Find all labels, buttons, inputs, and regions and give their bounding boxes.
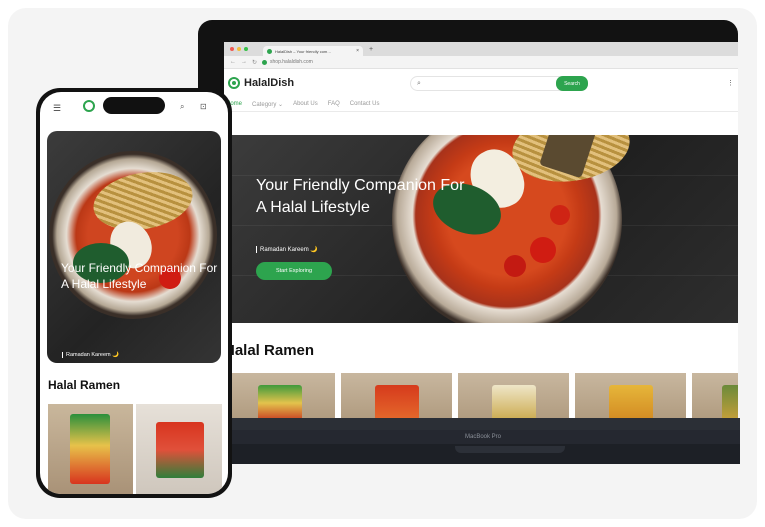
favicon-icon [267, 48, 272, 54]
window-close-dot[interactable] [230, 47, 234, 51]
browser-tab[interactable]: HalalDish – Your friendly com… × [263, 46, 363, 56]
product-row [224, 373, 738, 420]
phone-hero-banner: Your Friendly Companion For A Halal Life… [47, 131, 221, 363]
window-zoom-dot[interactable] [244, 47, 248, 51]
phone-screen: ☰ ⌕ ⊡ Your Friendly Companion For A Hala… [40, 92, 228, 494]
laptop-frame: HalalDish – Your friendly com… × + ← → ↻… [198, 20, 738, 420]
browser-tab-title: HalalDish – Your friendly com… [275, 48, 332, 54]
header-more-icon[interactable]: ⋮ [727, 79, 734, 87]
phone-ramen-image [49, 151, 217, 319]
phone-product-card[interactable] [48, 404, 133, 494]
search-icon: ⌕ [417, 79, 421, 87]
phone-section-title: Halal Ramen [48, 378, 121, 392]
window-minimize-dot[interactable] [237, 47, 241, 51]
url-text[interactable]: shop.halaldish.com [270, 59, 313, 65]
nav-faq[interactable]: FAQ [328, 101, 340, 107]
phone-hero-tagline: Ramadan Kareem 🌙 [62, 352, 119, 358]
product-card[interactable] [341, 373, 452, 420]
product-card[interactable] [458, 373, 569, 420]
site-favicon-icon [262, 59, 268, 65]
nav-category[interactable]: Category ⌄ [252, 101, 283, 108]
hero-banner: Your Friendly Companion For A Halal Life… [224, 135, 738, 323]
laptop-notch [455, 446, 565, 453]
hero-tagline: Ramadan Kareem 🌙 [256, 246, 318, 253]
product-card[interactable] [224, 373, 335, 420]
section-title: Halal Ramen [224, 342, 315, 359]
search-input[interactable]: ⌕ Search [410, 76, 588, 91]
logo-icon [228, 77, 240, 89]
cart-icon[interactable]: ⊡ [200, 102, 207, 111]
url-bar[interactable]: ← → ↻ shop.halaldish.com [224, 56, 738, 69]
start-exploring-button[interactable]: Start Exploring [256, 262, 332, 280]
site-header: HalalDish ⌕ Search ⋮ [224, 69, 738, 97]
nav-contact[interactable]: Contact Us [350, 101, 380, 107]
product-card[interactable] [575, 373, 686, 420]
phone-hero-title: Your Friendly Companion For A Halal Life… [61, 261, 218, 291]
phone-frame: ☰ ⌕ ⊡ Your Friendly Companion For A Hala… [36, 88, 232, 498]
ramen-bowl-image [392, 135, 635, 323]
site-nav: Home Category ⌄ About Us FAQ Contact Us [224, 97, 738, 112]
site-logo[interactable]: HalalDish [228, 77, 294, 89]
product-card[interactable] [692, 373, 738, 420]
laptop-model-label: MacBook Pro [226, 430, 740, 444]
phone-product-card[interactable] [136, 404, 222, 494]
search-button[interactable]: Search [556, 76, 588, 91]
hero-title: Your Friendly Companion For A Halal Life… [256, 177, 465, 216]
laptop-screen: HalalDish – Your friendly com… × + ← → ↻… [224, 42, 738, 420]
browser-tabbar: HalalDish – Your friendly com… × + [224, 42, 738, 56]
tab-close-icon[interactable]: × [356, 48, 359, 54]
phone-logo-icon[interactable] [83, 100, 95, 112]
forward-icon[interactable]: → [241, 59, 247, 65]
nav-about[interactable]: About Us [293, 101, 318, 107]
new-tab-button[interactable]: + [369, 46, 373, 53]
menu-icon[interactable]: ☰ [53, 103, 61, 114]
back-icon[interactable]: ← [230, 59, 236, 65]
logo-text: HalalDish [244, 77, 295, 89]
phone-search-icon[interactable]: ⌕ [180, 102, 184, 112]
dynamic-island [103, 97, 165, 114]
reload-icon[interactable]: ↻ [252, 59, 257, 66]
